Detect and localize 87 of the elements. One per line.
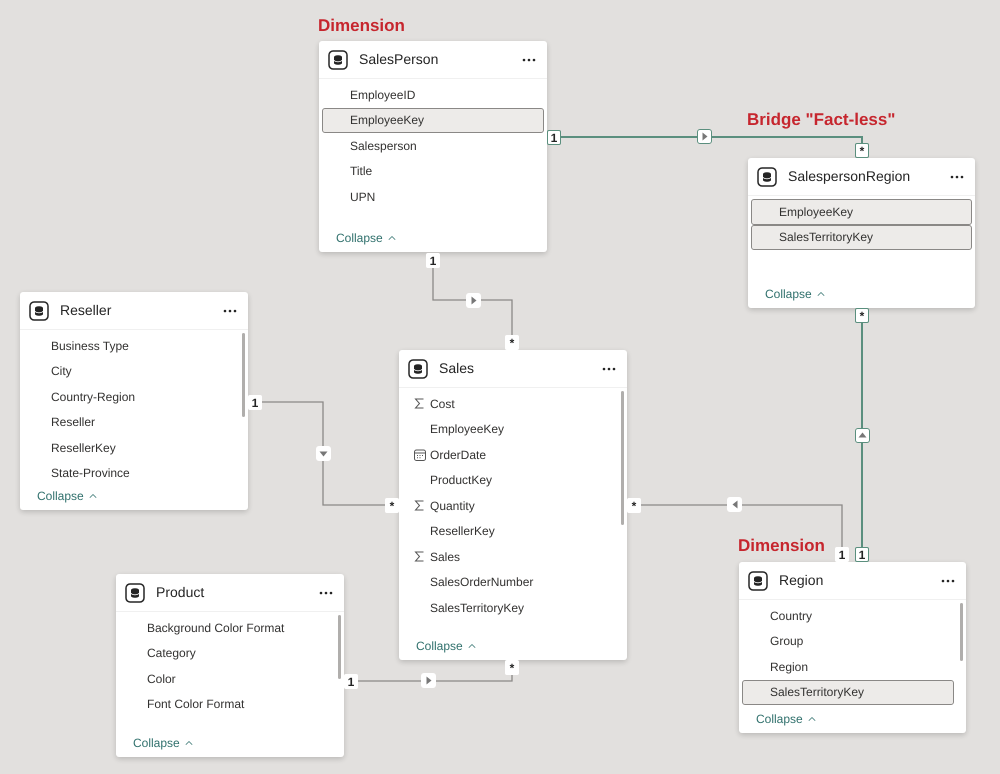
field-row[interactable]: Group — [742, 628, 954, 654]
field-row[interactable]: ResellerKey — [402, 518, 615, 544]
table-name: Region — [779, 571, 824, 590]
more-options-icon[interactable] — [319, 590, 333, 594]
field-row[interactable]: EmployeeKey — [322, 108, 544, 133]
field-row[interactable]: City — [23, 358, 236, 384]
relationship-line[interactable] — [358, 673, 513, 688]
table-name: Reseller — [60, 301, 112, 320]
field-row[interactable]: Reseller — [23, 410, 236, 435]
scrollbar[interactable] — [960, 603, 963, 661]
field-row[interactable]: Salesperson — [322, 133, 544, 158]
field-row[interactable]: Cost — [402, 391, 615, 416]
field-row[interactable]: OrderDate — [402, 442, 615, 468]
relationship-line[interactable] — [855, 323, 870, 547]
calendar-icon — [414, 448, 426, 461]
sigma-icon — [414, 551, 425, 562]
field-row[interactable]: Sales — [402, 544, 615, 570]
table-icon — [408, 358, 428, 378]
table-card[interactable]: SalespersonRegion EmployeeKey SalesTerritoryKey Collapse — [748, 158, 975, 308]
field-row[interactable]: EmployeeID — [322, 82, 544, 108]
table-card[interactable]: Sales Cost EmployeeKey OrderDate ProductKey Quantity ResellerKey Sales SalesOrderNumber SalesTerritoryKey Collapse — [399, 350, 627, 660]
collapse-button[interactable]: Collapse — [416, 637, 478, 655]
sigma-icon — [414, 500, 425, 512]
collapse-button[interactable]: Collapse — [765, 285, 827, 303]
more-options-icon[interactable] — [941, 578, 955, 582]
more-options-icon[interactable] — [223, 308, 237, 312]
cardinality-label: * — [385, 498, 399, 513]
field-row[interactable]: Business Type — [23, 333, 236, 358]
collapse-button[interactable]: Collapse — [37, 487, 99, 505]
field-row[interactable]: EmployeeKey — [402, 416, 615, 442]
field-row[interactable]: Quantity — [402, 493, 615, 518]
collapse-button[interactable]: Collapse — [336, 229, 398, 247]
field-row[interactable]: Color — [119, 666, 332, 692]
table-icon — [757, 166, 777, 186]
field-row[interactable]: Background Color Format — [119, 615, 332, 640]
table-icon — [29, 300, 49, 320]
field-row[interactable]: Country — [742, 603, 954, 628]
collapse-button[interactable]: Collapse — [756, 710, 818, 728]
sigma-icon — [414, 398, 425, 410]
cardinality-label: 1 — [547, 130, 561, 145]
table-card[interactable]: SalesPerson EmployeeID EmployeeKey Salesperson Title UPN Collapse — [319, 41, 547, 252]
scrollbar[interactable] — [242, 333, 245, 417]
table-name: SalespersonRegion — [788, 167, 912, 186]
field-row[interactable]: Font Color Format — [119, 692, 332, 717]
cardinality-label: 1 — [835, 547, 849, 562]
scrollbar[interactable] — [621, 391, 624, 526]
table-name: Sales — [439, 359, 476, 378]
table-name: SalesPerson — [359, 50, 440, 69]
field-row[interactable]: Country-Region — [23, 384, 236, 410]
more-options-icon[interactable] — [950, 174, 964, 178]
field-row[interactable]: ProductKey — [402, 468, 615, 493]
annotation-label: Bridge "Fact-less" — [747, 109, 896, 131]
table-card[interactable]: Product Background Color Format Category Color Font Color Format Collapse — [116, 574, 344, 757]
field-row[interactable]: State-Province — [23, 460, 236, 482]
cardinality-label: * — [627, 498, 641, 513]
field-row[interactable]: Category — [119, 640, 332, 666]
cardinality-label: * — [505, 660, 519, 675]
field-row[interactable]: Region — [742, 654, 954, 680]
relationship-line[interactable] — [432, 268, 513, 335]
cardinality-label: 1 — [426, 253, 440, 268]
relationship-line[interactable] — [561, 129, 863, 144]
cardinality-label: 1 — [855, 547, 869, 562]
annotation-label: Dimension — [318, 15, 405, 37]
table-icon — [125, 582, 145, 602]
cardinality-label: * — [855, 143, 869, 158]
field-row[interactable]: SalesTerritoryKey — [742, 680, 954, 705]
field-row[interactable]: SalesTerritoryKey — [402, 595, 615, 620]
table-name: Product — [156, 583, 206, 602]
table-card[interactable]: Region Country Group Region SalesTerritoryKey Collapse — [739, 562, 966, 733]
table-card[interactable]: Reseller Business Type City Country-Region Reseller ResellerKey State-Province Collapse — [20, 292, 248, 510]
annotation-label: Dimension — [738, 535, 825, 557]
field-row[interactable]: ResellerKey — [23, 435, 236, 460]
cardinality-label: * — [855, 308, 869, 323]
cardinality-label: 1 — [248, 395, 262, 410]
scrollbar[interactable] — [338, 615, 341, 680]
collapse-button[interactable]: Collapse — [133, 734, 195, 752]
field-row[interactable]: SalesOrderNumber — [402, 570, 615, 595]
more-options-icon[interactable] — [522, 58, 536, 62]
field-row[interactable]: EmployeeKey — [751, 199, 972, 224]
more-options-icon[interactable] — [602, 366, 616, 370]
field-row[interactable]: SalesTerritoryKey — [751, 224, 972, 250]
cardinality-label: 1 — [344, 674, 358, 689]
table-icon — [748, 570, 768, 590]
table-icon — [328, 50, 348, 70]
field-row[interactable]: Title — [322, 158, 544, 184]
cardinality-label: * — [505, 335, 519, 350]
field-row[interactable]: UPN — [322, 184, 544, 210]
